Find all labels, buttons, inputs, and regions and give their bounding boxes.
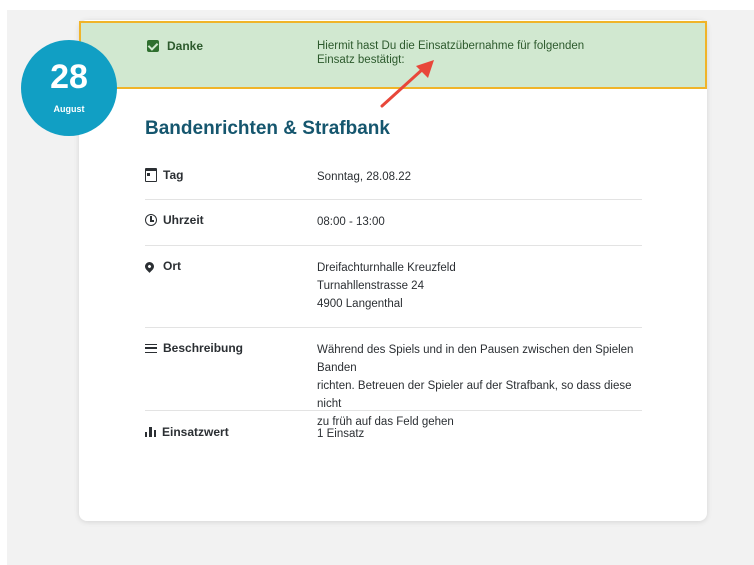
row-label-text: Uhrzeit (163, 213, 204, 227)
row-label-text: Ort (163, 259, 181, 273)
row-value: Dreifachturnhalle Kreuzfeld Turnahllenst… (317, 259, 647, 313)
row-value-line: Dreifachturnhalle Kreuzfeld (317, 262, 456, 274)
row-value: 1 Einsatz (317, 425, 647, 443)
bar-chart-icon (145, 427, 156, 437)
clock-icon (145, 214, 157, 226)
row-label-text: Beschreibung (163, 341, 244, 355)
alert-label: Danke (147, 39, 203, 53)
row-value-line: 4900 Langenthal (317, 298, 403, 310)
date-month: August (53, 104, 85, 114)
annotation-arrow-icon (380, 60, 434, 108)
date-badge: 28 August (21, 40, 117, 136)
date-day: 28 (50, 58, 88, 96)
row-label: Uhrzeit (145, 213, 204, 227)
event-title: Bandenrichten & Strafbank (145, 118, 390, 139)
row-value-line: Sonntag, 28.08.22 (317, 171, 411, 183)
row-value: 08:00 - 13:00 (317, 213, 647, 231)
row-value-line: 08:00 - 13:00 (317, 216, 385, 228)
row-value: Während des Spiels und in den Pausen zwi… (317, 341, 647, 431)
alert-label-text: Danke (167, 39, 204, 53)
row-label: Beschreibung (145, 341, 243, 355)
row-divider (145, 199, 642, 200)
location-pin-icon (143, 259, 156, 273)
row-divider (145, 245, 642, 246)
row-label: Tag (145, 168, 183, 182)
row-label-text: Einsatzwert (162, 425, 229, 439)
alert-message: Hiermit hast Du die Einsatzübernahme für… (317, 40, 585, 66)
calendar-icon (145, 168, 157, 182)
row-value-line: Turnahllenstrasse 24 (317, 280, 424, 292)
row-divider (145, 327, 642, 328)
row-value: Sonntag, 28.08.22 (317, 168, 647, 186)
row-value-line: 1 Einsatz (317, 428, 365, 440)
row-value-line: Während des Spiels und in den Pausen zwi… (317, 344, 634, 374)
row-label: Einsatzwert (145, 425, 229, 439)
row-divider (145, 410, 642, 411)
checkbox-check-icon (147, 40, 159, 52)
row-label-text: Tag (163, 168, 184, 182)
row-label: Ort (143, 259, 181, 273)
description-lines-icon (145, 343, 157, 353)
row-value-line: richten. Betreuen der Spieler auf der St… (317, 380, 632, 410)
